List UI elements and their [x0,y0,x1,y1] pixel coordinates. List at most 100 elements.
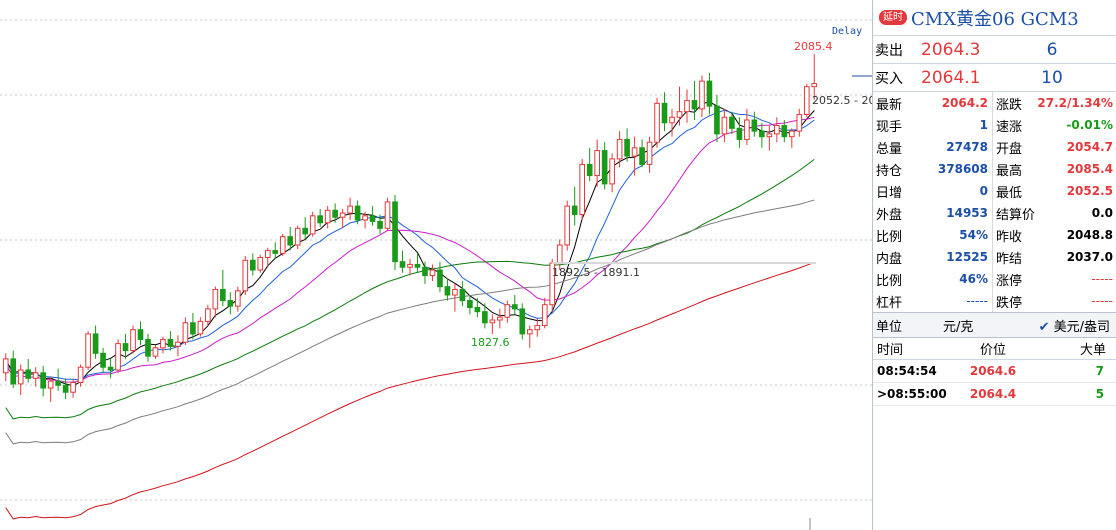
stat-item: 日增 0 [873,180,993,202]
candle-body [541,304,548,327]
candle-body [92,333,99,354]
stat-label: 日增 [876,185,903,201]
ask-row: 卖出 2064.3 6 [873,36,1116,64]
bid-label: 买入 [875,70,903,87]
stat-item: 涨停 ----- [993,268,1116,290]
candle-body [639,147,645,165]
candle-body [377,220,383,229]
delay-label: Delay [832,26,862,37]
candle-body [646,141,653,165]
candle-body [564,205,571,246]
candle-body [803,86,810,115]
stat-label: 昨结 [996,251,1023,267]
stat-value: 2052.5 [1066,184,1113,198]
stat-label: 内盘 [876,251,903,267]
candle-body [609,158,615,185]
ticks-list: 08:54:54 2064.6 7 >08:55:00 2064.4 5 [873,360,1116,406]
stat-value: ----- [1091,294,1113,308]
stat-value: 2054.7 [1066,140,1113,154]
kline-chart[interactable]: Delay 2085.4 2052.5 - 20 1892.5 - 1891.1 182… [0,0,872,530]
stat-item: 持仓 378608 [873,158,993,180]
stat-value: 0.0 [1091,206,1113,220]
candle-body [601,150,608,185]
candle-body [654,102,660,143]
candle-body [706,80,713,107]
candle-body [167,338,174,347]
stat-item: 最新 2064.2 [873,92,993,114]
tick-price: 2064.4 [969,387,1017,401]
tick-row: >08:55:00 2064.4 5 [873,383,1116,406]
stat-value: 2064.2 [941,96,988,110]
stat-item: 总量 27478 [873,136,993,158]
candle-body [414,263,421,268]
stat-label: 杠杆 [876,295,903,311]
candle-body [661,102,668,124]
candle-body [242,259,249,292]
candle-body [257,257,264,271]
candle-body [437,269,443,288]
check-icon: ✔ [1038,319,1050,335]
candle-body [175,341,181,347]
candle-body [766,133,773,138]
candle-body [25,369,32,379]
candle-body [452,288,458,296]
stat-value: 12525 [946,250,988,264]
unit-label: 单位 [876,319,903,335]
stat-item: 涨跌 27.2/1.34% [993,92,1116,114]
candlestick-chart-svg[interactable]: Delay 2085.4 2052.5 - 20 1892.5 - 1891.1 182… [0,0,872,530]
ma-line [5,262,815,520]
candle-body [77,366,84,384]
candle-body [205,308,211,322]
stat-label: 昨收 [996,229,1023,245]
tick-row: 08:54:54 2064.6 7 [873,360,1116,383]
candle-body [422,266,428,277]
stat-item: 内盘 12525 [873,246,993,268]
stat-value: 2085.4 [1066,162,1113,176]
stats-grid: 最新 2064.2 涨跌 27.2/1.34% 现手 1 速涨 -0.01% 总量 27478 开盘… [873,92,1116,312]
tick-size: 7 [1095,364,1104,378]
stat-label: 最低 [996,185,1023,201]
ask-label: 卖出 [875,42,903,59]
candle-body [699,80,705,110]
candle-body [459,288,466,302]
candle-body [774,125,780,135]
candle-body [676,111,683,118]
stat-label: 比例 [876,273,903,289]
candle-body [384,201,391,229]
candle-body [47,380,54,389]
candle-body [811,83,818,88]
bid-price: 2064.1 [921,67,981,88]
candle-body [362,215,368,221]
tick-price: 2064.6 [969,364,1017,378]
stat-value: ----- [966,294,988,308]
ma-line [5,199,815,445]
candle-body [594,150,600,177]
candle-body [317,215,323,224]
unit-usd-option[interactable]: ✔ 美元/盎司 [1025,316,1116,335]
candle-body [354,205,361,221]
candle-body [130,329,136,352]
candle-body [489,319,496,324]
unit-value-option[interactable]: 元/克 [935,316,1025,335]
candle-body [429,269,436,277]
candle-body [781,125,788,138]
candle-body [197,320,204,335]
instrument-title-bar: 延时 CMX黄金06 GCM3 [873,0,1116,36]
stat-label: 持仓 [876,163,903,179]
candle-body [339,212,346,218]
candle-body [519,308,526,335]
stat-item: 比例 54% [873,224,993,246]
stat-value: -0.01% [1066,118,1113,132]
candle-body [160,338,166,349]
tick-time: >08:55:00 [877,387,947,401]
candle-body [744,119,750,140]
candle-body [721,116,728,135]
stat-label: 速涨 [996,119,1023,135]
candle-body [40,372,46,389]
stat-value: 2037.0 [1066,250,1113,264]
candle-body [10,358,17,385]
stat-value: 14953 [946,206,988,220]
candle-body [182,322,189,343]
candle-body [534,325,541,331]
candle-body [616,138,623,160]
